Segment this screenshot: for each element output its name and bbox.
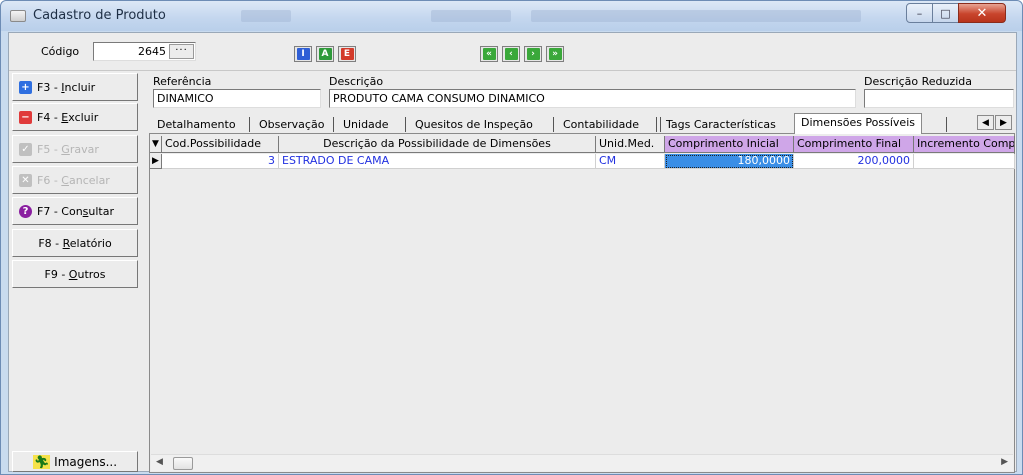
last-record-icon: » xyxy=(548,48,562,60)
gravar-button[interactable]: ✓ F5 - Gravar xyxy=(12,135,138,163)
cancelar-button-label: F6 - Cancelar xyxy=(37,173,110,187)
incluir-button[interactable]: + F3 - Incluir xyxy=(12,73,138,101)
scroll-right-icon[interactable]: ▶ xyxy=(1001,457,1008,467)
relatorio-button[interactable]: F8 - Relatório xyxy=(12,229,138,257)
gravar-button-label: F5 - Gravar xyxy=(37,142,99,156)
tab-dimensoes-possiveis[interactable]: Dimensões Possíveis xyxy=(794,113,922,134)
gravar-icon: ✓ xyxy=(19,142,32,156)
col-cod-possibilidade-header[interactable]: Cod.Possibilidade xyxy=(162,136,279,153)
cancelar-button[interactable]: ✕ F6 - Cancelar xyxy=(12,166,138,194)
tab-unidade[interactable]: Unidade xyxy=(339,117,393,134)
col-comprimento-inicial-header[interactable]: Comprimento Inicial xyxy=(665,136,794,153)
col-cod-possibilidade-cell[interactable]: 3 xyxy=(162,154,279,169)
horizontal-scrollbar[interactable]: ◀ ▶ xyxy=(151,454,1013,471)
mode-button-group: IAE xyxy=(292,44,358,64)
scroll-left-icon[interactable]: ◀ xyxy=(156,457,163,467)
cancelar-icon: ✕ xyxy=(19,173,32,187)
consultar-button-label: F7 - Consultar xyxy=(37,204,115,218)
navigation-button-group: « ‹ › » xyxy=(478,44,566,64)
col-descricao-possibilidade-header[interactable]: Descrição da Possibilidade de Dimensões xyxy=(279,136,596,153)
excluir-icon: − xyxy=(19,110,32,124)
tab-separator xyxy=(405,117,406,132)
tab-tags-caracteristicas[interactable]: Tags Características xyxy=(662,117,780,134)
tab-separator xyxy=(946,117,947,132)
previous-record-icon: ‹ xyxy=(504,48,518,60)
tab-separator xyxy=(333,117,334,132)
dimensions-grid: ▼ ▶ ◀ ▶ Cod.Possibilidade Descrição da Po… xyxy=(149,133,1015,473)
close-button[interactable]: ✕ xyxy=(958,3,1006,23)
window-title: Cadastro de Produto xyxy=(33,8,166,23)
next-record-icon: › xyxy=(526,48,540,60)
blurred-background-text xyxy=(531,10,861,22)
client-area: Código 2645 ··· IAE «‹ ›» + F3 - Incluir − F… xyxy=(8,32,1017,473)
current-row-indicator-icon: ▶ xyxy=(150,154,162,169)
col-unid-med-cell[interactable]: CM xyxy=(596,154,665,169)
descricao-field[interactable]: PRODUTO CAMA CONSUMO DINAMICO xyxy=(329,89,856,108)
relatorio-button-label: F8 - Relatório xyxy=(38,236,112,250)
previous-record-button[interactable]: ‹ xyxy=(502,46,520,62)
alter-mode-icon: A xyxy=(318,48,332,60)
tab-detalhamento[interactable]: Detalhamento xyxy=(153,117,240,134)
first-record-icon: « xyxy=(482,48,496,60)
excluir-button[interactable]: − F4 - Excluir xyxy=(12,103,138,131)
insert-mode-button[interactable]: I xyxy=(294,46,312,62)
codigo-label: Código xyxy=(41,45,80,58)
outros-button-label: F9 - Outros xyxy=(44,267,106,281)
codigo-field[interactable]: 2645 ··· xyxy=(93,42,196,61)
consultar-icon: ? xyxy=(19,204,32,218)
tab-observacao[interactable]: Observação xyxy=(255,117,328,134)
col-comprimento-final-header[interactable]: Comprimento Final xyxy=(794,136,914,153)
application-window: Cadastro de Produto – □ ✕ Código 2645 ··… xyxy=(0,0,1023,475)
blurred-background-text xyxy=(431,10,511,22)
toolbar: Código 2645 ··· IAE « ‹ › » xyxy=(9,33,1016,71)
column-chooser-icon[interactable]: ▼ xyxy=(150,136,162,153)
minimize-button[interactable]: – xyxy=(906,3,933,23)
descricao-label: Descrição xyxy=(329,75,384,88)
codigo-lookup-button[interactable]: ··· xyxy=(169,44,194,59)
descricao-reduzida-field[interactable] xyxy=(864,89,1014,108)
scrollbar-thumb[interactable] xyxy=(173,457,193,470)
excluir-button-label: F4 - Excluir xyxy=(37,110,99,124)
running-figure-icon: 🏃︎ xyxy=(32,454,51,469)
window-icon xyxy=(10,10,26,22)
tab-separator xyxy=(660,117,661,132)
outros-button[interactable]: F9 - Outros xyxy=(12,260,138,288)
tab-separator xyxy=(249,117,250,132)
incluir-button-label: F3 - Incluir xyxy=(37,80,96,94)
tab-separator xyxy=(553,117,554,132)
col-comprimento-final-cell[interactable]: 200,0000 xyxy=(794,154,914,169)
blurred-background-text xyxy=(241,10,291,22)
next-record-button[interactable]: › xyxy=(524,46,542,62)
delete-mode-button[interactable]: E xyxy=(338,46,356,62)
first-record-button[interactable]: « xyxy=(480,46,498,62)
col-descricao-possibilidade-cell[interactable]: ESTRADO DE CAMA xyxy=(279,154,596,169)
tab-separator xyxy=(656,117,657,132)
col-incremento-comp-header[interactable]: Incremento Comp xyxy=(914,136,1015,153)
col-comprimento-inicial-cell[interactable]: 180,0000 xyxy=(665,154,794,169)
title-bar[interactable]: Cadastro de Produto – □ ✕ xyxy=(1,1,1022,31)
images-button[interactable]: 🏃︎ Imagens... xyxy=(12,451,138,472)
maximize-button[interactable]: □ xyxy=(932,3,959,23)
descricao-reduzida-label: Descrição Reduzida xyxy=(864,75,973,88)
col-unid-med-header[interactable]: Unid.Med. xyxy=(596,136,665,153)
tab-strip: ◀ ▶ Detalhamento Observação Unidade Quesito… xyxy=(149,113,1015,134)
tab-quesitos-de-inspecao[interactable]: Quesitos de Inspeção xyxy=(411,117,537,134)
images-button-label: Imagens... xyxy=(54,454,118,469)
referencia-field[interactable]: DINAMICO xyxy=(153,89,321,108)
alter-mode-button[interactable]: A xyxy=(316,46,334,62)
col-incremento-comp-cell[interactable] xyxy=(914,154,1015,169)
consultar-button[interactable]: ? F7 - Consultar xyxy=(12,197,138,225)
incluir-icon: + xyxy=(19,80,32,94)
referencia-label: Referência xyxy=(153,75,212,88)
tab-contabilidade[interactable]: Contabilidade xyxy=(559,117,643,134)
tab-scroll-right-icon[interactable]: ▶ xyxy=(995,115,1012,130)
last-record-button[interactable]: » xyxy=(546,46,564,62)
delete-mode-icon: E xyxy=(340,48,354,60)
insert-mode-icon: I xyxy=(296,48,310,60)
codigo-value: 2645 xyxy=(138,45,166,58)
tab-scroll-left-icon[interactable]: ◀ xyxy=(977,115,994,130)
